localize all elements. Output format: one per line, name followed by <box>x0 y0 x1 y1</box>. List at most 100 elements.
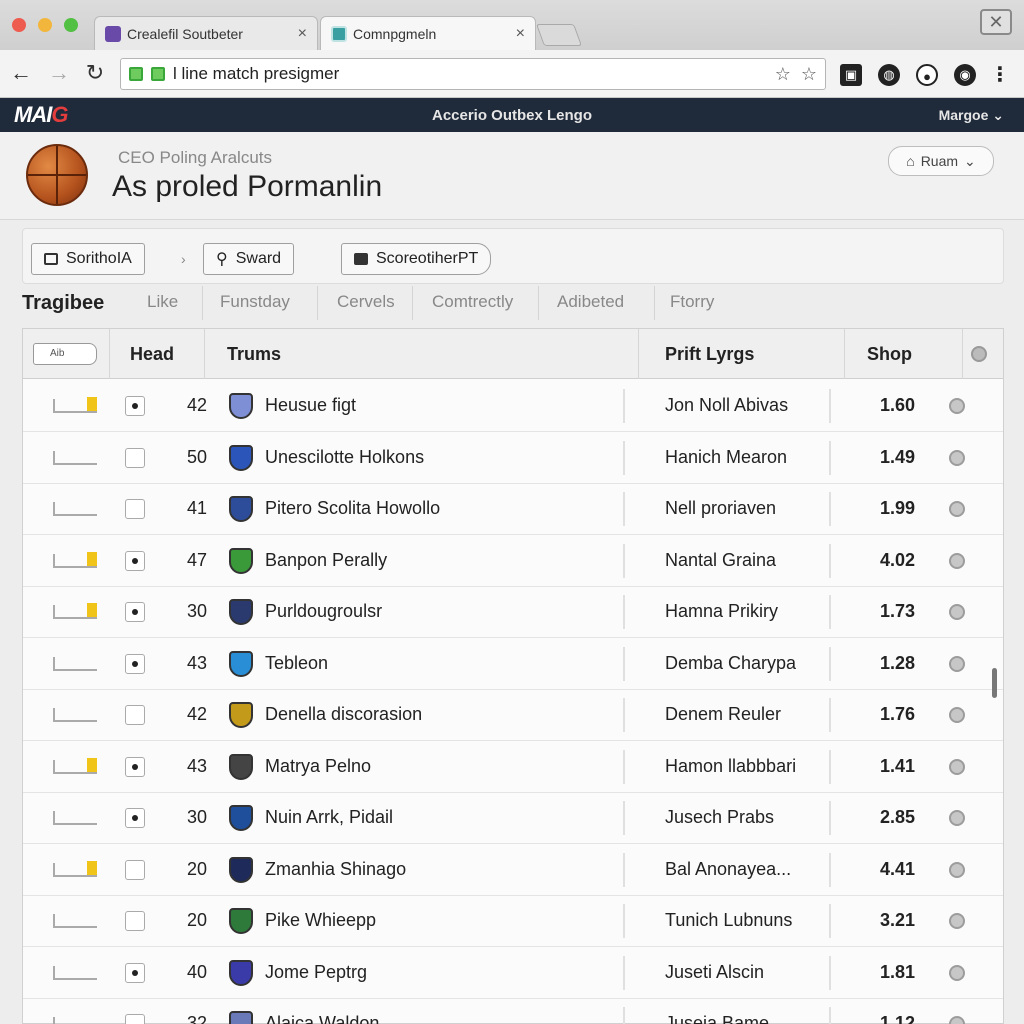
column-header-price[interactable]: Shop <box>845 329 963 379</box>
favorite-flag-icon[interactable] <box>53 450 97 465</box>
table-row[interactable]: 47 Banpon Perally Nantal Graina 4.02 <box>23 536 1003 587</box>
room-dropdown-button[interactable]: ⌂ Ruam ⌄ <box>888 146 994 176</box>
browser-menu-icon[interactable]: ⋮ <box>990 62 1010 87</box>
row-action-icon[interactable] <box>949 861 965 878</box>
new-tab-button[interactable] <box>535 24 583 46</box>
favorite-flag-icon[interactable] <box>53 860 97 877</box>
row-action-icon[interactable] <box>949 398 965 414</box>
player-name[interactable]: Jusech Prabs <box>665 807 774 828</box>
player-name[interactable]: Hamon llabbbari <box>665 756 796 777</box>
briefcase-extension-icon[interactable]: ▣ <box>840 64 862 86</box>
table-row[interactable]: 43 Tebleon Demba Charypa 1.28 <box>23 639 1003 690</box>
close-tab-icon[interactable]: × <box>298 25 307 43</box>
player-name[interactable]: Nantal Graina <box>665 550 776 571</box>
filter-adibeted[interactable]: Adibeted <box>557 292 624 312</box>
row-select-checkbox[interactable] <box>125 859 145 880</box>
forward-arrow-icon[interactable]: → <box>46 60 72 86</box>
table-scrollbar[interactable] <box>992 668 997 698</box>
table-row[interactable]: 20 Zmanhia Shinago Bal Anonayea... 4.41 <box>23 845 1003 896</box>
team-name[interactable]: Banpon Perally <box>265 550 387 571</box>
browser-tab-1[interactable]: Crealefil Soutbeter × <box>94 16 318 50</box>
column-header-teams[interactable]: Trums <box>205 329 639 379</box>
star-outline-icon[interactable]: ☆ <box>775 64 791 85</box>
row-select-checkbox[interactable] <box>125 808 145 828</box>
row-action-icon[interactable] <box>949 552 965 569</box>
favorite-flag-icon[interactable] <box>53 656 97 671</box>
team-name[interactable]: Unescilotte Holkons <box>265 447 424 468</box>
breadcrumb-item-3[interactable]: ScoreotiherPT <box>341 243 492 275</box>
table-row[interactable]: 20 Pike Whieepp Tunich Lubnuns 3.21 <box>23 896 1003 947</box>
row-select-checkbox[interactable] <box>125 499 145 519</box>
favorite-flag-icon[interactable] <box>53 811 97 825</box>
favorite-flag-icon[interactable] <box>53 1017 97 1024</box>
team-name[interactable]: Zmanhia Shinago <box>265 859 406 880</box>
address-bar[interactable]: l line match presigmer ☆ ☆ <box>120 58 826 90</box>
row-action-icon[interactable] <box>949 707 965 723</box>
table-row[interactable]: 41 Pitero Scolita Howollo Nell proriaven 1.… <box>23 484 1003 535</box>
row-select-checkbox[interactable] <box>125 911 145 931</box>
address-text[interactable]: l line match presigmer <box>173 64 765 84</box>
row-select-checkbox[interactable] <box>125 550 145 571</box>
player-name[interactable]: Demba Charypa <box>665 653 796 674</box>
row-action-icon[interactable] <box>949 758 965 775</box>
row-action-icon[interactable] <box>949 655 965 672</box>
team-name[interactable]: Alaica Waldon <box>265 1013 379 1024</box>
favorite-flag-icon[interactable] <box>53 708 97 722</box>
profile-extension-icon[interactable]: ● <box>916 64 938 86</box>
player-name[interactable]: Tunich Lubnuns <box>665 910 792 931</box>
favorite-flag-icon[interactable] <box>53 603 97 619</box>
row-select-checkbox[interactable] <box>125 756 145 777</box>
row-select-checkbox[interactable] <box>125 1014 145 1024</box>
table-row[interactable]: 43 Matrya Pelno Hamon llabbbari 1.41 <box>23 742 1003 793</box>
globe-extension-icon[interactable]: ◍ <box>878 64 900 86</box>
player-name[interactable]: Hamna Prikiry <box>665 601 778 622</box>
close-window-button[interactable] <box>12 18 26 32</box>
team-name[interactable]: Purldougroulsr <box>265 601 382 622</box>
column-header-player[interactable]: Prift Lyrgs <box>639 329 845 379</box>
breadcrumb-item-1[interactable]: SorithoIA <box>31 243 145 275</box>
player-name[interactable]: Jon Noll Abivas <box>665 395 788 416</box>
table-row[interactable]: 42 Heusue figt Jon Noll Abivas 1.60 <box>23 381 1003 432</box>
player-name[interactable]: Juseia Bame <box>665 1013 769 1024</box>
team-name[interactable]: Tebleon <box>265 653 328 674</box>
team-name[interactable]: Pitero Scolita Howollo <box>265 498 440 519</box>
team-name[interactable]: Nuin Arrk, Pidail <box>265 807 393 828</box>
team-name[interactable]: Pike Whieepp <box>265 910 376 931</box>
player-name[interactable]: Hanich Mearon <box>665 447 787 468</box>
filter-funstday[interactable]: Funstday <box>220 292 290 312</box>
row-action-icon[interactable] <box>949 964 965 981</box>
row-select-checkbox[interactable] <box>125 962 145 983</box>
filter-cervels[interactable]: Cervels <box>337 292 395 312</box>
filter-comtrectly[interactable]: Comtrectly <box>432 292 513 312</box>
row-select-checkbox[interactable] <box>125 447 145 468</box>
back-arrow-icon[interactable]: ← <box>8 60 34 86</box>
favorite-flag-icon[interactable] <box>53 397 97 413</box>
team-name[interactable]: Heusue figt <box>265 395 356 416</box>
favorite-flag-icon[interactable] <box>53 965 97 980</box>
player-name[interactable]: Bal Anonayea... <box>665 859 791 880</box>
filter-like[interactable]: Like <box>147 292 178 312</box>
row-action-icon[interactable] <box>949 501 965 517</box>
row-action-icon[interactable] <box>949 1016 965 1024</box>
table-row[interactable]: 42 Denella discorasion Denem Reuler 1.76 <box>23 690 1003 741</box>
team-name[interactable]: Jome Peptrg <box>265 962 367 983</box>
bookmark-star-icon[interactable]: ☆ <box>801 64 817 85</box>
window-close-button[interactable]: ✕ <box>980 9 1012 35</box>
back-button[interactable]: Aib <box>33 343 97 365</box>
team-name[interactable]: Denella discorasion <box>265 704 422 725</box>
user-menu[interactable]: Margoe ⌄ <box>939 107 1004 124</box>
browser-tab-2-active[interactable]: Comnpgmeln × <box>320 16 536 50</box>
close-tab-icon[interactable]: × <box>516 25 525 43</box>
favorite-flag-icon[interactable] <box>53 502 97 516</box>
circle-extension-icon[interactable]: ◉ <box>954 64 976 86</box>
reload-icon[interactable]: ↻ <box>82 60 108 86</box>
table-row[interactable]: 30 Purldougroulsr Hamna Prikiry 1.73 <box>23 587 1003 638</box>
row-action-icon[interactable] <box>949 913 965 929</box>
table-row[interactable]: 32 Alaica Waldon Juseia Bame 1.12 <box>23 999 1003 1024</box>
minimize-window-button[interactable] <box>38 18 52 32</box>
team-name[interactable]: Matrya Pelno <box>265 756 371 777</box>
row-select-checkbox[interactable] <box>125 653 145 674</box>
column-header-head[interactable]: Head <box>109 329 205 379</box>
row-action-icon[interactable] <box>949 449 965 466</box>
filter-ftorry[interactable]: Ftorry <box>670 292 714 312</box>
